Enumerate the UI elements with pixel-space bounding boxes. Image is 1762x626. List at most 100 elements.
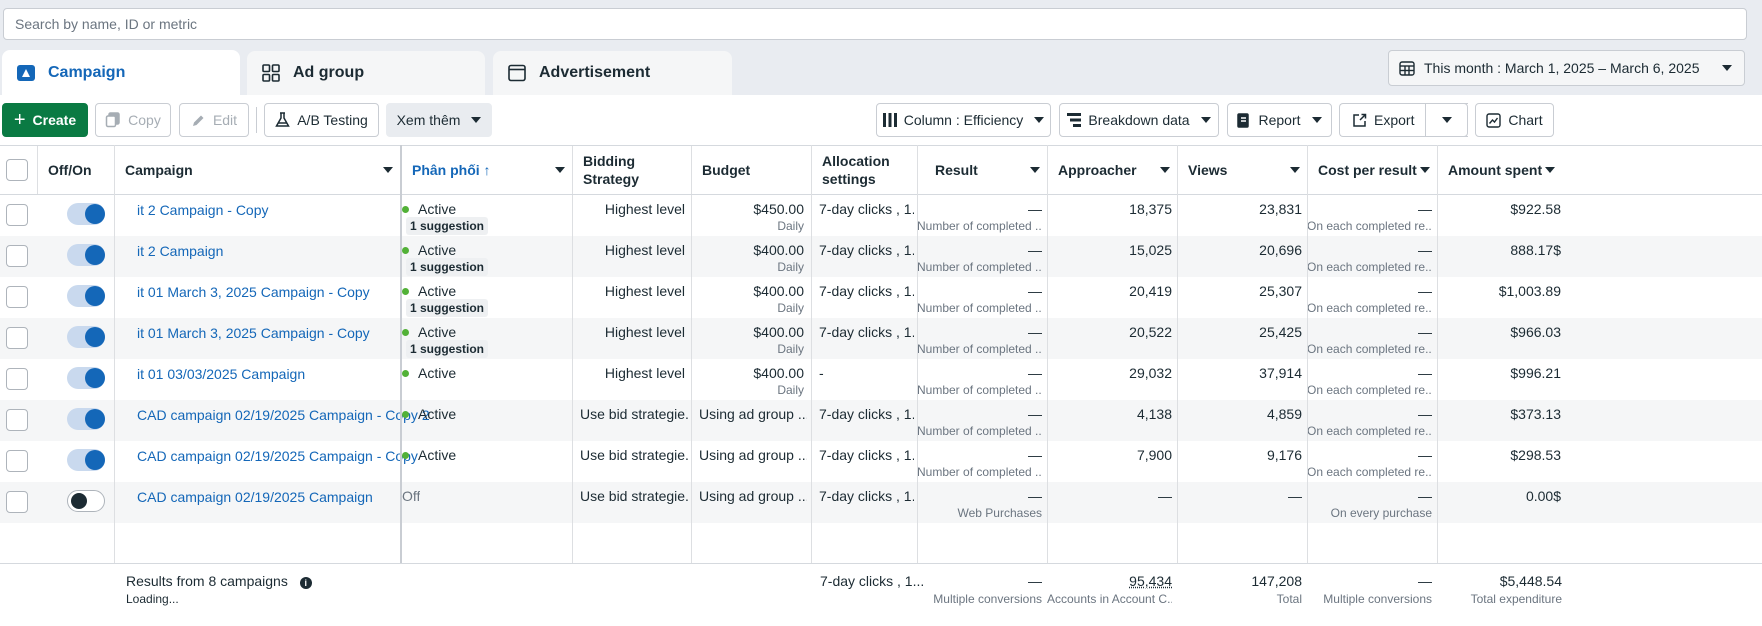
pencil-icon [191,113,206,128]
chart-icon [1486,112,1502,128]
edit-label: Edit [212,112,238,128]
row-toggle[interactable] [67,203,105,225]
row-checkbox[interactable] [6,245,28,267]
chevron-down-icon [1545,167,1555,173]
row-checkbox[interactable] [6,491,28,513]
budget-value: Using ad group ... [699,488,807,504]
cpr-subtitle: On each completed re... [1307,342,1432,356]
col-reach-header[interactable]: Approacher [1047,146,1178,194]
campaign-name-link[interactable]: it 01 March 3, 2025 Campaign - Copy [137,325,370,345]
campaign-name-link[interactable]: CAD campaign 02/19/2025 Campaign [137,489,373,509]
budget-value: $400.00 [753,242,804,258]
spent-value: $298.53 [1510,447,1561,463]
col-cpr-header[interactable]: Cost per result [1307,146,1438,194]
bidding-strategy: Highest level [604,201,685,217]
row-toggle[interactable] [67,285,105,307]
suggestion-badge[interactable]: 1 suggestion [406,258,489,276]
export-dropdown-button[interactable] [1425,103,1468,137]
result-value: — [1028,242,1042,258]
row-toggle[interactable] [67,367,105,389]
create-label: Create [32,112,77,128]
info-icon[interactable]: i [299,577,312,589]
status-label: Active [418,365,457,381]
report-label: Report [1258,112,1301,128]
suggestion-badge[interactable]: 1 suggestion [406,299,489,317]
suggestion-badge[interactable]: 1 suggestion [406,217,489,235]
summary-result: — [1028,573,1042,589]
row-checkbox[interactable] [6,450,28,472]
breakdown-label: Breakdown data [1088,112,1190,128]
status-label: Active [418,406,457,422]
row-toggle[interactable] [67,326,105,348]
result-value: — [1028,365,1042,381]
export-icon [1352,113,1367,128]
campaign-name-link[interactable]: it 2 Campaign [137,243,223,263]
cpr-subtitle: On each completed re... [1307,219,1432,233]
chart-label: Chart [1508,112,1543,128]
summary-reach: 95,434 [1129,573,1172,589]
col-bidding-header[interactable]: Bidding Strategy [572,146,692,194]
col-spent-header[interactable]: Amount spent [1437,146,1563,194]
delivery-status: Active [402,447,456,467]
table-row[interactable]: CAD campaign 02/19/2025 Campaign Off Use b… [0,482,1762,523]
more-button[interactable]: Xem thêm [386,103,492,137]
chart-button[interactable]: Chart [1475,103,1554,137]
columns-button[interactable]: Column : Efficiency [876,103,1051,137]
budget-value: $400.00 [753,365,804,381]
campaign-name-link[interactable]: it 01 March 3, 2025 Campaign - Copy [137,284,370,304]
row-toggle[interactable] [67,244,105,266]
table-row[interactable]: it 2 Campaign - Copy Active 1 suggestion Hi… [0,195,1762,236]
search-bar[interactable] [3,8,1747,40]
spent-value: $373.13 [1510,406,1561,422]
tab-campaign-label: Campaign [48,63,126,81]
col-campaign-header[interactable]: Campaign [114,146,401,194]
date-range-picker[interactable]: This month : March 1, 2025 – March 6, 20… [1388,50,1745,86]
col-budget-header[interactable]: Budget [691,146,812,194]
col-result-header[interactable]: Result [917,146,1048,194]
result-subtitle: Number of completed ... [917,424,1042,438]
breakdown-button[interactable]: Breakdown data [1059,103,1219,137]
campaign-name-link[interactable]: CAD campaign 02/19/2025 Campaign - Copy … [137,407,430,427]
cpr-subtitle: On each completed re... [1307,260,1432,274]
columns-icon [882,113,897,127]
row-toggle[interactable] [67,449,105,471]
create-button[interactable]: + Create [2,103,88,137]
table-row[interactable]: CAD campaign 02/19/2025 Campaign - Copy … [0,400,1762,441]
col-views-header[interactable]: Views [1177,146,1308,194]
copy-button[interactable]: Copy [95,103,171,137]
table-row[interactable]: it 01 03/03/2025 Campaign Active Highest l… [0,359,1762,400]
bidding-strategy: Highest level [604,365,685,381]
row-toggle[interactable] [67,408,105,430]
campaign-name-link[interactable]: it 2 Campaign - Copy [137,202,269,222]
col-delivery-header[interactable]: Phân phối ↑ [400,146,573,194]
campaign-name-link[interactable]: it 01 03/03/2025 Campaign [137,366,305,386]
search-input[interactable] [15,16,1746,32]
col-allocation-header[interactable]: Allocation settings [811,146,918,194]
row-checkbox[interactable] [6,368,28,390]
tab-ad-group[interactable]: Ad group [247,51,485,95]
result-subtitle: Web Purchases [957,506,1043,520]
row-checkbox[interactable] [6,409,28,431]
tab-campaign[interactable]: Campaign [2,50,240,95]
table-row[interactable]: CAD campaign 02/19/2025 Campaign - Copy A… [0,441,1762,482]
table-row[interactable]: it 2 Campaign Active 1 suggestion Highest l… [0,236,1762,277]
row-checkbox[interactable] [6,204,28,226]
campaign-name-link[interactable]: CAD campaign 02/19/2025 Campaign - Copy [137,448,418,468]
table-row[interactable]: it 01 March 3, 2025 Campaign - Copy Activ… [0,277,1762,318]
ab-testing-button[interactable]: A/B Testing [264,103,379,137]
row-toggle[interactable] [67,490,105,512]
reach-value: 20,522 [1129,324,1172,340]
row-checkbox[interactable] [6,286,28,308]
summary-label: Results from 8 campaigns i [126,573,312,589]
tab-advertisement[interactable]: Advertisement [493,51,732,95]
edit-button[interactable]: Edit [179,103,249,137]
row-checkbox[interactable] [6,327,28,349]
select-all-checkbox[interactable] [6,159,28,181]
table-row[interactable]: it 01 March 3, 2025 Campaign - Copy Activ… [0,318,1762,359]
toolbar-divider [256,107,257,133]
report-button[interactable]: Report [1227,103,1332,137]
budget-value: Using ad group ... [699,406,807,422]
suggestion-badge[interactable]: 1 suggestion [406,340,489,358]
cpr-value: — [1418,447,1432,463]
summary-row: Results from 8 campaigns i Loading... 7-… [0,563,1762,626]
